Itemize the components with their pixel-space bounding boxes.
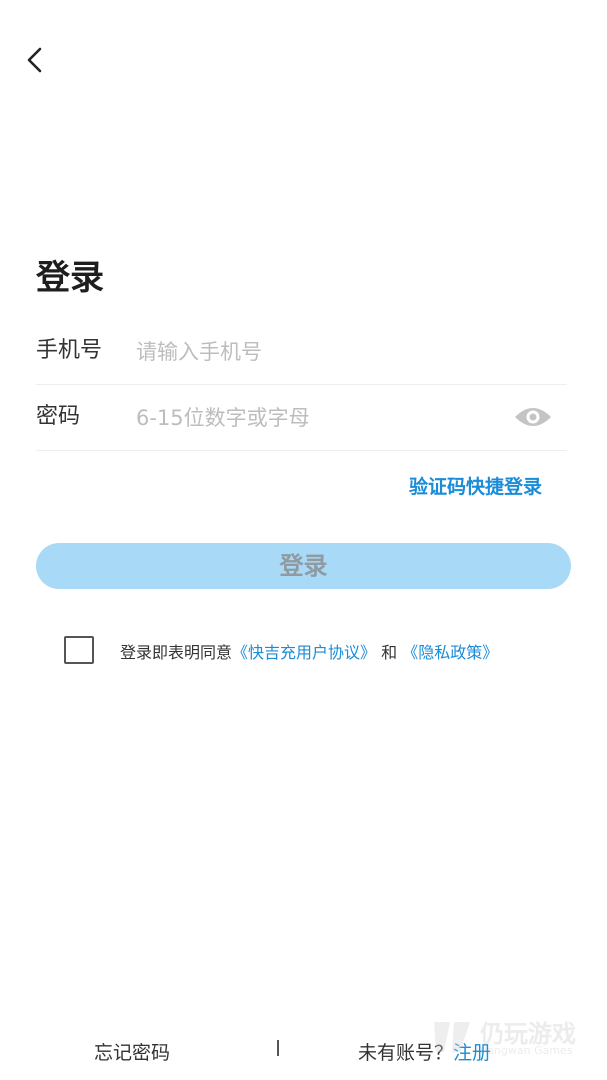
agreement-joiner: 和 <box>381 643 398 662</box>
privacy-policy-link[interactable]: 《隐私政策》 <box>402 643 498 662</box>
agreement-text: 登录即表明同意《快吉充用户协议》 和 《隐私政策》 <box>120 639 498 663</box>
password-row: 密码 <box>36 384 567 451</box>
forgot-password-link[interactable]: 忘记密码 <box>94 1038 170 1065</box>
chevron-left-icon <box>27 47 42 73</box>
phone-row: 手机号 <box>36 318 567 385</box>
user-agreement-link[interactable]: 《快吉充用户协议》 <box>232 643 376 662</box>
agreement-checkbox[interactable] <box>64 636 94 664</box>
sms-quick-login-link[interactable]: 验证码快捷登录 <box>409 472 542 499</box>
password-input[interactable] <box>134 397 498 439</box>
agreement-prefix: 登录即表明同意 <box>120 643 233 662</box>
phone-label: 手机号 <box>36 338 103 363</box>
watermark-logo-icon <box>434 1022 470 1052</box>
back-button[interactable] <box>18 42 54 78</box>
watermark: 仍玩游戏 Rengwan Games <box>430 1012 600 1062</box>
password-label: 密码 <box>36 404 81 429</box>
watermark-subtext: Rengwan Games <box>480 1044 573 1057</box>
page-title: 登录 <box>36 258 104 298</box>
phone-input[interactable] <box>134 331 498 373</box>
password-visibility-toggle[interactable] <box>513 402 553 432</box>
footer-divider <box>277 1040 279 1056</box>
login-button[interactable]: 登录 <box>36 543 571 589</box>
eye-icon <box>515 408 551 426</box>
